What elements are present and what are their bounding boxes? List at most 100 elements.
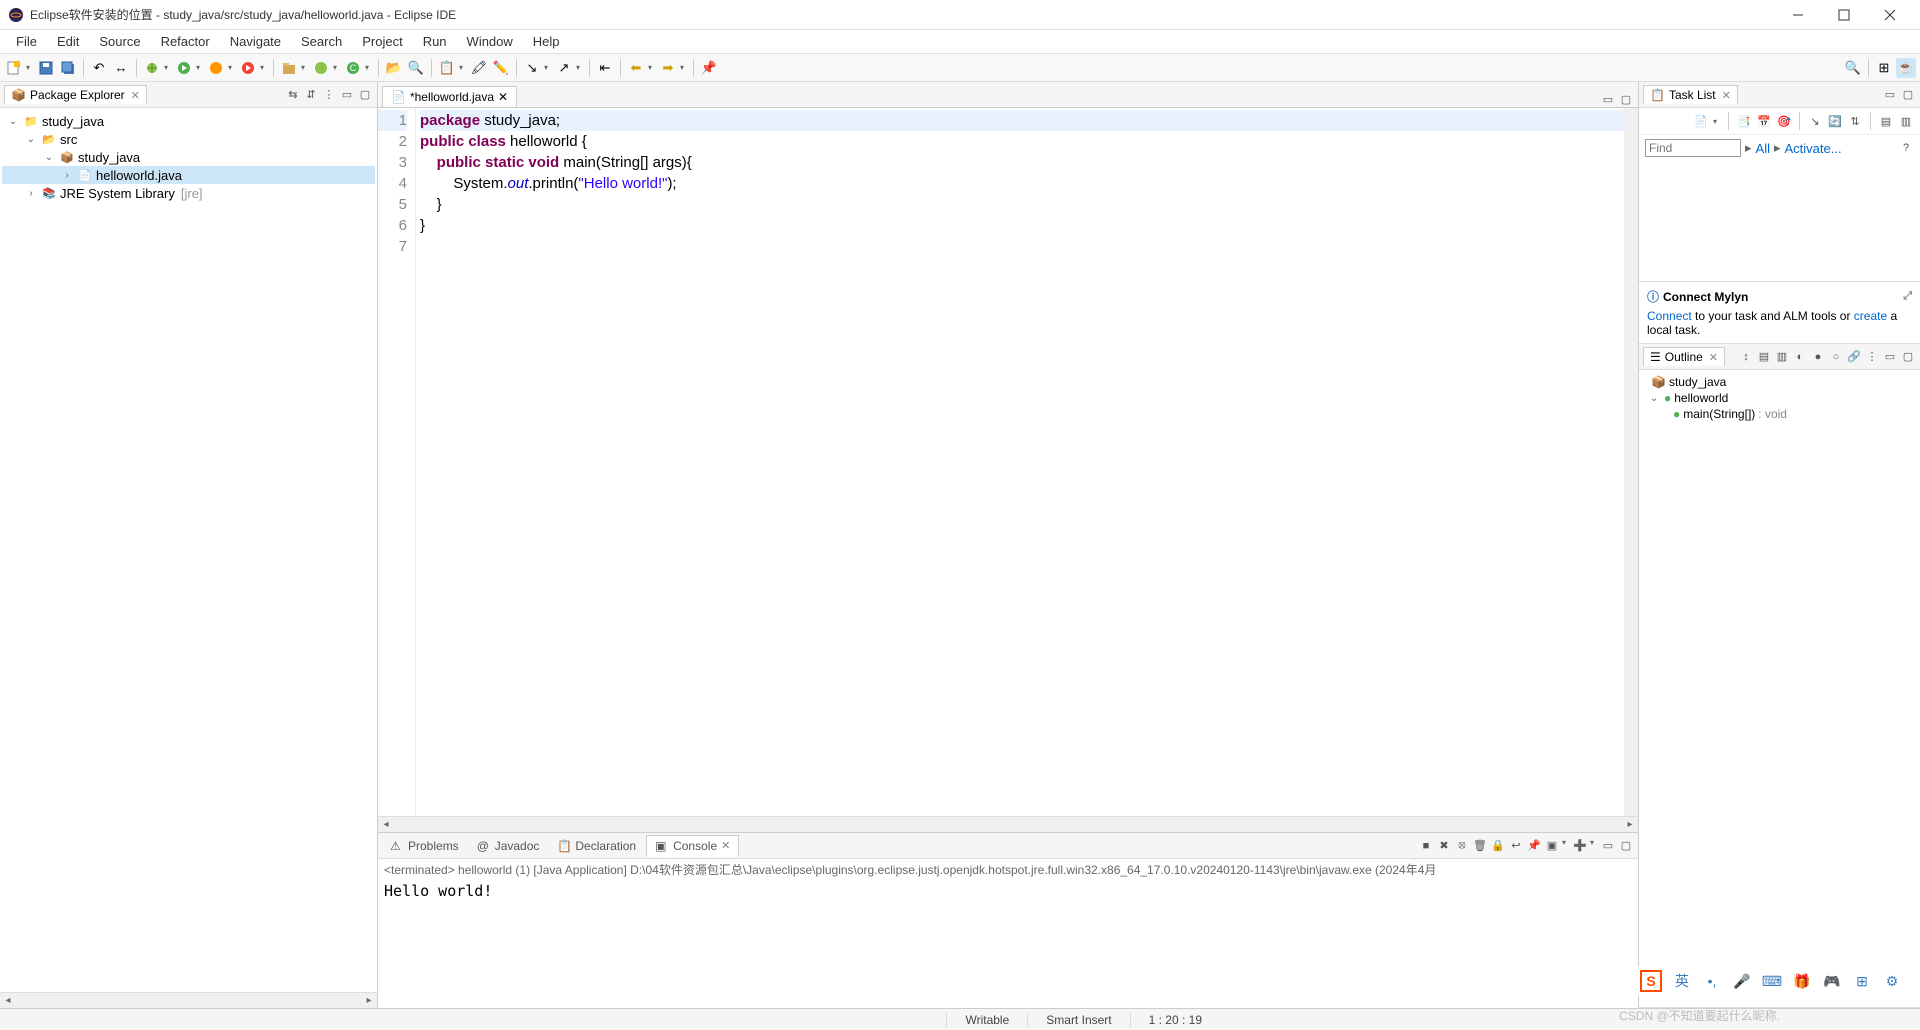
focus-icon[interactable]: 🎯 <box>1776 113 1792 129</box>
tree-project[interactable]: ⌄ 📁 study_java <box>2 112 375 130</box>
toggle-mark-button[interactable]: 📋 <box>437 58 457 78</box>
help-icon[interactable]: ? <box>1898 140 1914 156</box>
code-editor[interactable]: 1 2 3 4 5 6 7 package study_java; public… <box>378 108 1638 816</box>
new-class-button[interactable]: C <box>343 58 363 78</box>
sync-icon[interactable]: 🔄 <box>1827 113 1843 129</box>
tab-problems[interactable]: ⚠Problems <box>382 836 467 856</box>
debug-button[interactable] <box>142 58 162 78</box>
remove-all-icon[interactable]: ⦻ <box>1454 838 1470 854</box>
maximize-console-icon[interactable]: ▢ <box>1618 838 1634 854</box>
pin-console-icon[interactable]: 📌 <box>1526 838 1542 854</box>
categorize-icon[interactable]: 📑 <box>1736 113 1752 129</box>
close-icon[interactable]: ✕ <box>1722 89 1731 102</box>
package-explorer-tree[interactable]: ⌄ 📁 study_java ⌄ 📂 src ⌄ 📦 study_java › … <box>0 108 377 992</box>
minimize-tasklist-icon[interactable]: ▭ <box>1882 87 1898 103</box>
editor-hscrollbar[interactable]: ◂ ▸ <box>378 816 1638 832</box>
link-icon[interactable]: ⇵ <box>303 87 319 103</box>
collapse-icon[interactable]: ⇆ <box>285 87 301 103</box>
package-explorer-tab[interactable]: 📦 Package Explorer ✕ <box>4 85 147 104</box>
ofocus-icon[interactable]: 🔗 <box>1846 349 1862 365</box>
nav-last-button[interactable]: ⇤ <box>595 58 615 78</box>
ofilter3-icon[interactable]: ◐ <box>1792 349 1808 365</box>
search-toolbar-button[interactable]: 🔍 <box>1843 58 1863 78</box>
search-button[interactable]: 🔍 <box>406 58 426 78</box>
tree-src[interactable]: ⌄ 📂 src <box>2 130 375 148</box>
nav-back-button[interactable]: ⬅ <box>626 58 646 78</box>
create-link[interactable]: create <box>1854 309 1887 323</box>
ime-voice-icon[interactable]: 🎤 <box>1732 971 1752 991</box>
outline-tab[interactable]: ☰ Outline ✕ <box>1643 347 1725 366</box>
ofilter1-icon[interactable]: ▤ <box>1756 349 1772 365</box>
highlight-button[interactable]: 🖍 <box>469 58 489 78</box>
editor-tab-helloworld[interactable]: 📄 *helloworld.java ✕ <box>382 86 517 107</box>
menu-window[interactable]: Window <box>459 32 521 51</box>
collapse-task-icon[interactable]: ↘ <box>1807 113 1823 129</box>
chevron-down-icon[interactable]: ⌄ <box>6 116 20 127</box>
coverage-button[interactable] <box>206 58 226 78</box>
terminate-icon[interactable]: ■ <box>1418 838 1434 854</box>
outline-method[interactable]: ● main(String[]) : void <box>1643 406 1916 422</box>
close-icon[interactable]: ✕ <box>498 90 508 104</box>
menu-help[interactable]: Help <box>525 32 568 51</box>
ofilter5-icon[interactable]: ○ <box>1828 349 1844 365</box>
scroll-right-icon[interactable]: ▸ <box>1622 817 1638 832</box>
hide-icon[interactable]: ▤ <box>1878 113 1894 129</box>
tab-javadoc[interactable]: @Javadoc <box>469 836 548 856</box>
ofilter4-icon[interactable]: ● <box>1810 349 1826 365</box>
close-icon[interactable]: ✕ <box>131 89 140 102</box>
toggle-block-button[interactable]: ✏️ <box>491 58 511 78</box>
scroll-left-icon[interactable]: ◂ <box>378 817 394 832</box>
java-perspective-button[interactable]: ☕ <box>1896 58 1916 78</box>
activate-link[interactable]: Activate... <box>1785 141 1842 156</box>
sort-outline-icon[interactable]: ↕ <box>1738 349 1754 365</box>
tasklist-tab[interactable]: 📋 Task List ✕ <box>1643 85 1738 104</box>
sort-icon[interactable]: ⇅ <box>1847 113 1863 129</box>
ext-tools-button[interactable] <box>238 58 258 78</box>
tree-jre[interactable]: › 📚 JRE System Library [jre] <box>2 184 375 202</box>
save-button[interactable] <box>36 58 56 78</box>
open-console-icon[interactable]: ➕ <box>1572 838 1588 854</box>
ofilter2-icon[interactable]: ▥ <box>1774 349 1790 365</box>
show-icon[interactable]: ▥ <box>1898 113 1914 129</box>
ime-grid-icon[interactable]: ⊞ <box>1852 971 1872 991</box>
new-button[interactable] <box>4 58 24 78</box>
ime-gift-icon[interactable]: 🎁 <box>1792 971 1812 991</box>
menu-source[interactable]: Source <box>91 32 148 51</box>
chevron-right-icon[interactable]: › <box>60 170 74 181</box>
editor-vscrollbar[interactable] <box>1624 108 1638 816</box>
menu-project[interactable]: Project <box>354 32 410 51</box>
ime-keyboard-icon[interactable]: ⌨ <box>1762 971 1782 991</box>
tree-package[interactable]: ⌄ 📦 study_java <box>2 148 375 166</box>
nav-back2-button[interactable]: ↗ <box>554 58 574 78</box>
perspective-button[interactable]: ⊞ <box>1874 58 1894 78</box>
left-scrollbar[interactable]: ◂ ▸ <box>0 992 377 1008</box>
new-package-button[interactable] <box>279 58 299 78</box>
filter-icon[interactable]: ⋮ <box>321 87 337 103</box>
expand-icon[interactable]: ⤢ <box>1903 290 1912 303</box>
minimize-outline-icon[interactable]: ▭ <box>1882 349 1898 365</box>
outline-class[interactable]: ⌄ ● helloworld <box>1643 390 1916 406</box>
run-button[interactable] <box>174 58 194 78</box>
omenu-icon[interactable]: ⋮ <box>1864 349 1880 365</box>
minimize-editor-icon[interactable]: ▭ <box>1600 91 1616 107</box>
nav-fwd-button[interactable]: ➡ <box>658 58 678 78</box>
scroll-left-icon[interactable]: ◂ <box>0 993 16 1008</box>
find-input[interactable] <box>1645 139 1741 157</box>
wrap-icon[interactable]: ↩ <box>1508 838 1524 854</box>
all-link[interactable]: All <box>1756 141 1770 156</box>
connect-link[interactable]: Connect <box>1647 309 1692 323</box>
menu-navigate[interactable]: Navigate <box>222 32 289 51</box>
new-type-button[interactable] <box>311 58 331 78</box>
code-area[interactable]: package study_java; public class hellowo… <box>416 108 1638 816</box>
undo-icon[interactable]: ↶ <box>89 58 109 78</box>
clear-icon[interactable]: 🗑 <box>1472 838 1488 854</box>
menu-search[interactable]: Search <box>293 32 350 51</box>
tab-declaration[interactable]: 📋Declaration <box>549 836 644 856</box>
redo-icon[interactable]: ↔ <box>111 58 131 78</box>
outline-package[interactable]: 📦 study_java <box>1643 374 1916 390</box>
menu-refactor[interactable]: Refactor <box>153 32 218 51</box>
chevron-down-icon[interactable]: ⌄ <box>42 152 56 163</box>
schedule-icon[interactable]: 📅 <box>1756 113 1772 129</box>
close-icon[interactable]: ✕ <box>721 839 730 852</box>
open-type-button[interactable]: 📂 <box>384 58 404 78</box>
